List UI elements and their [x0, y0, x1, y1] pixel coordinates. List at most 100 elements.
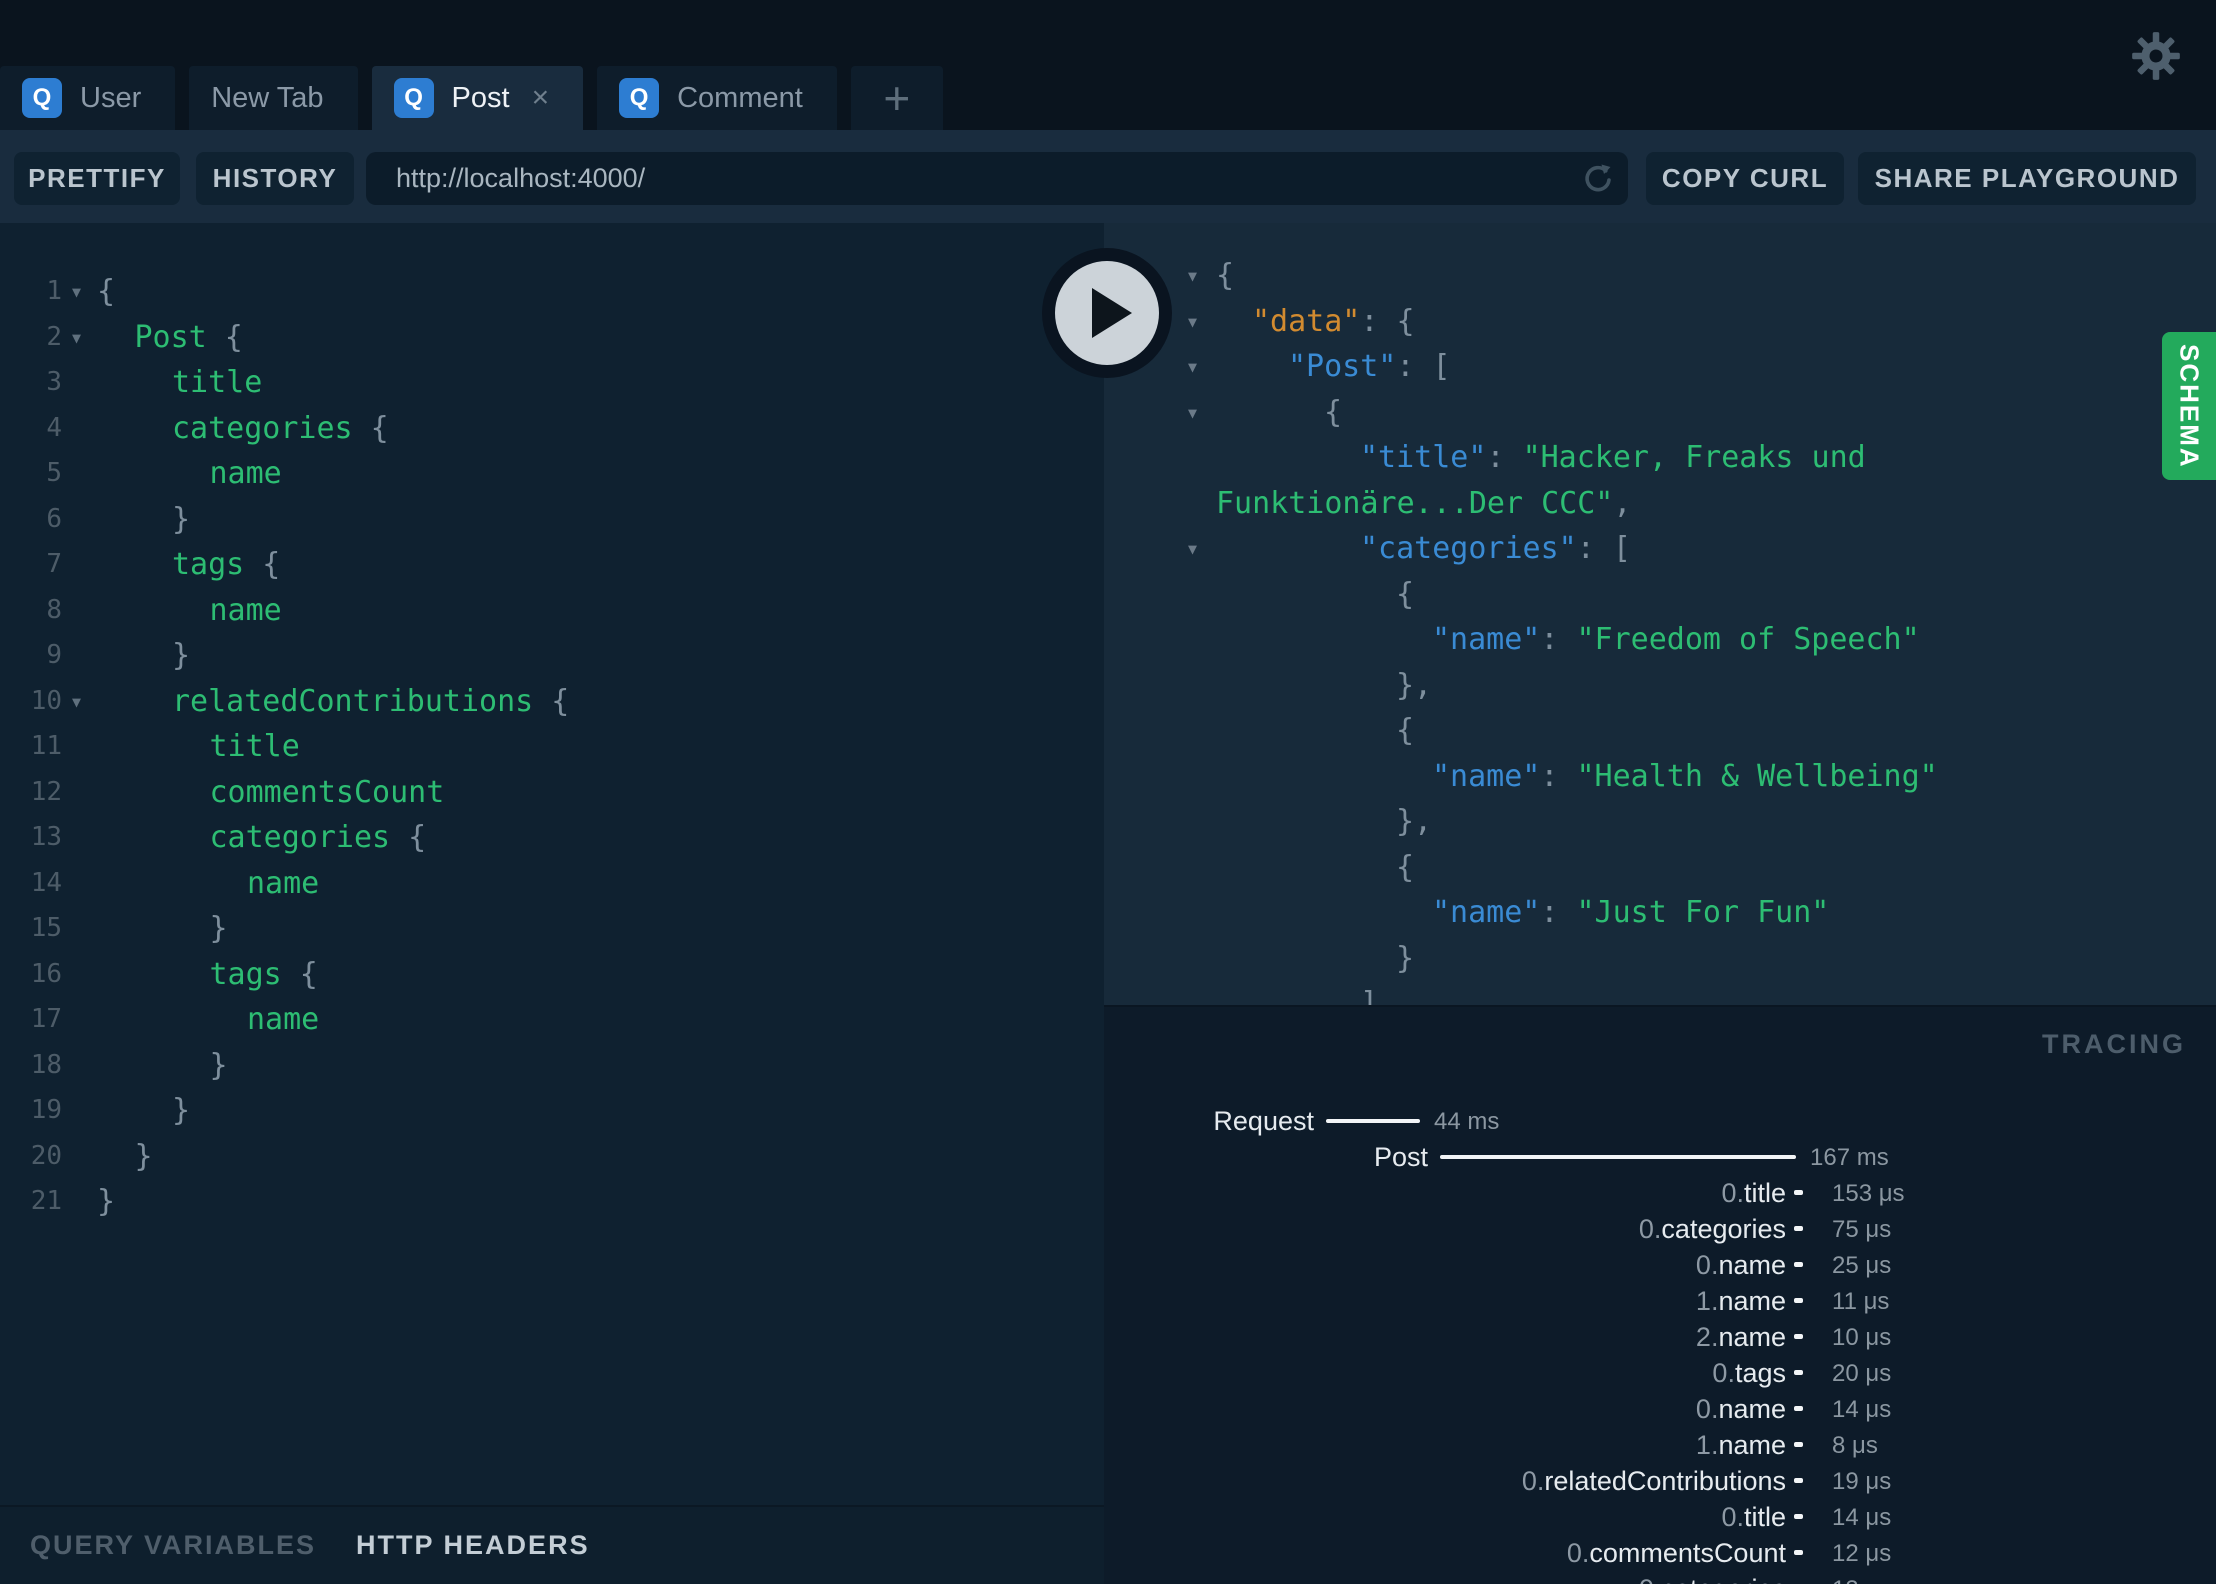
- new-tab-button[interactable]: +: [850, 66, 943, 130]
- response-line: "title": "Hacker, Freaks und: [1104, 435, 2216, 481]
- code-token: {: [1324, 394, 1343, 430]
- tab-label: Comment: [677, 81, 803, 114]
- fold-arrow-icon[interactable]: ▼: [72, 316, 81, 362]
- response-line: ▼{: [1104, 253, 2216, 299]
- query-line: 1 ▼ {: [0, 269, 1104, 315]
- query-variables-tab[interactable]: QUERY VARIABLES: [30, 1530, 316, 1561]
- tracing-label: 0.relatedContributions: [1104, 1463, 1786, 1499]
- query-line: 19}: [0, 1088, 1104, 1134]
- tracing-row: 0.categories 13 μs: [1104, 1571, 2216, 1584]
- code-token: {: [1216, 258, 1235, 293]
- tracing-duration-value: 11 μs: [1832, 1288, 1890, 1315]
- tracing-duration-dash: [1794, 1550, 1803, 1555]
- query-line: 6}: [0, 497, 1104, 543]
- code-token: Post: [134, 319, 207, 355]
- response-code: "title": "Hacker, Freaks und: [1104, 435, 2216, 481]
- code-token: "categories": [1360, 531, 1577, 566]
- endpoint-input[interactable]: [366, 152, 1628, 205]
- tab-user[interactable]: Q User: [0, 66, 176, 130]
- tracing-row: 0.title 153 μs: [1104, 1175, 2216, 1211]
- tracing-duration-value: 13 μs: [1832, 1571, 1891, 1584]
- response-code: {: [1104, 845, 2216, 891]
- tracing-label: Request: [1104, 1103, 1314, 1139]
- tracing-duration-value: 25 μs: [1832, 1252, 1892, 1279]
- fold-arrow-icon[interactable]: ▼: [72, 270, 81, 316]
- response-line: ▼{: [1104, 390, 2216, 436]
- tab-label: User: [80, 81, 142, 114]
- code-token: }: [172, 1093, 191, 1128]
- tab-label: Post: [451, 81, 510, 114]
- code-token: {: [1396, 713, 1415, 748]
- response-line: {: [1104, 572, 2216, 618]
- line-number: 14: [30, 867, 62, 898]
- code-token: tags: [209, 956, 282, 992]
- query-line: 13 categories {: [0, 815, 1104, 861]
- tracing-index-prefix: 0.: [1566, 1538, 1590, 1568]
- tab-new-tab[interactable]: New Tab: [189, 66, 358, 130]
- tracing-index-prefix: 2.: [1695, 1322, 1719, 1352]
- share-playground-button[interactable]: SHARE PLAYGROUND: [1858, 152, 2196, 205]
- fold-arrow-icon[interactable]: ▼: [72, 680, 81, 726]
- schema-tab[interactable]: SCHEMA: [2162, 332, 2216, 480]
- response-code: "categories": [: [1104, 526, 2216, 572]
- query-code: }: [0, 906, 1104, 952]
- tracing-field-name: name: [1718, 1430, 1786, 1460]
- response-code: },: [1104, 663, 2216, 709]
- http-headers-tab[interactable]: HTTP HEADERS: [356, 1530, 590, 1561]
- schema-tab-label: SCHEMA: [2174, 343, 2205, 469]
- tracing-field-name: Request: [1213, 1106, 1314, 1136]
- fold-arrow-icon[interactable]: ▼: [1188, 254, 1197, 300]
- tracing-row: 1.name 8 μs: [1104, 1427, 2216, 1463]
- code-token: {: [1396, 576, 1415, 612]
- tracing-field-name: title: [1743, 1502, 1786, 1532]
- tracing-duration-value: 8 μs: [1832, 1432, 1878, 1459]
- query-code: }: [0, 1134, 1104, 1180]
- tracing-row: Request 44 ms: [1104, 1103, 2216, 1139]
- tracing-row: 0.relatedContributions 19 μs: [1104, 1463, 2216, 1499]
- code-token: {: [281, 956, 318, 992]
- response-line: "name": "Freedom of Speech": [1104, 617, 2216, 663]
- line-number: 18: [30, 1049, 62, 1080]
- tracing-duration-bar: [1326, 1119, 1420, 1123]
- tab-post[interactable]: Q Post ×: [371, 66, 584, 130]
- settings-gear-icon[interactable]: [2130, 30, 2182, 82]
- tab-comment[interactable]: Q Comment: [597, 66, 837, 130]
- query-line: 4 categories {: [0, 406, 1104, 452]
- query-line: 9}: [0, 633, 1104, 679]
- tracing-field-name: name: [1718, 1322, 1786, 1352]
- tracing-field-name: Post: [1373, 1142, 1428, 1172]
- tracing-duration-value: 153 μs: [1832, 1180, 1905, 1207]
- code-token: categories: [172, 410, 353, 446]
- response-line: {: [1104, 708, 2216, 754]
- tracing-label: 1.name: [1104, 1283, 1786, 1319]
- response-code: {: [1104, 253, 2216, 299]
- reload-endpoint-icon[interactable]: [1578, 158, 1618, 198]
- query-editor[interactable]: 1 ▼{2 ▼ Post {3 title 4 categories {5 name 6} 7 ta…: [0, 223, 1104, 1505]
- tracing-label: 0.categories: [1104, 1571, 1786, 1584]
- fold-arrow-icon[interactable]: ▼: [1188, 391, 1197, 437]
- tracing-duration-dash: [1794, 1226, 1803, 1231]
- query-code: commentsCount: [0, 770, 1104, 816]
- fold-arrow-icon[interactable]: ▼: [1188, 300, 1197, 346]
- tracing-duration-dash: [1794, 1478, 1803, 1483]
- code-token: "Freedom of Speech": [1576, 622, 1920, 657]
- execute-button[interactable]: [1042, 248, 1172, 378]
- code-token: tags: [172, 547, 245, 582]
- code-token: "name": [1432, 622, 1541, 657]
- copy-curl-button[interactable]: COPY CURL: [1646, 152, 1844, 205]
- close-tab-icon[interactable]: ×: [532, 81, 550, 115]
- code-token: }: [209, 1047, 228, 1083]
- tracing-index-prefix: 0.: [1695, 1250, 1719, 1280]
- query-line: 2 ▼ Post {: [0, 315, 1104, 361]
- response-code: "name": "Freedom of Speech": [1104, 617, 2216, 663]
- response-pane: ▼{▼ "data": {▼ "Post": [▼{"title": "Hacker…: [1104, 223, 2216, 1005]
- query-code: name: [0, 588, 1104, 634]
- fold-arrow-icon[interactable]: ▼: [1188, 527, 1197, 573]
- operation-type-badge: Q: [393, 78, 434, 118]
- tracing-field-name: title: [1743, 1178, 1786, 1208]
- query-line: 14 name: [0, 861, 1104, 907]
- history-button[interactable]: HISTORY: [196, 152, 354, 205]
- response-line: "name": "Health & Wellbeing": [1104, 754, 2216, 800]
- prettify-button[interactable]: PRETTIFY: [14, 152, 180, 205]
- fold-arrow-icon[interactable]: ▼: [1188, 345, 1197, 391]
